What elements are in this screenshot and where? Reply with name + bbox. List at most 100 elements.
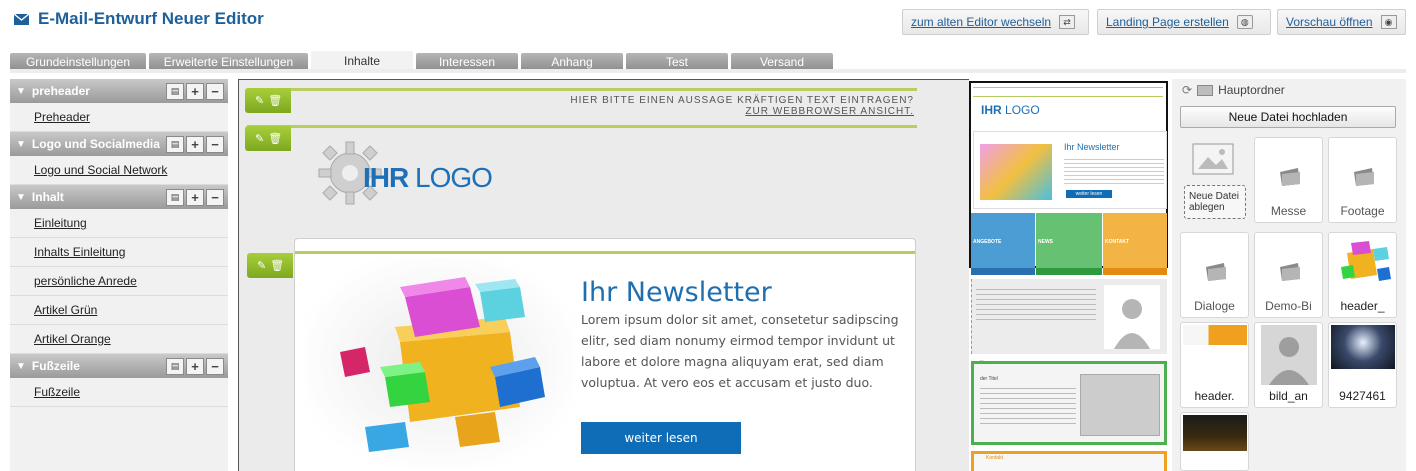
media-folder-demo-bi[interactable]: Demo-Bi — [1254, 232, 1323, 318]
sidebar-item-preheader[interactable]: Preheader — [10, 103, 228, 132]
layout-icon[interactable]: ▤ — [166, 189, 184, 206]
logo-block[interactable]: IHR LOGO — [315, 138, 535, 218]
webbrowser-link[interactable]: ZUR WEBBROWSER ANSICHT. — [745, 106, 914, 117]
open-preview-label: Vorschau öffnen — [1286, 15, 1373, 29]
sidebar-item-label: Logo und Social Network — [34, 163, 168, 177]
header-thumbnail — [1183, 325, 1247, 345]
sidebar-item-persoenliche-anrede[interactable]: persönliche Anrede — [10, 267, 228, 296]
media-image-header-cubes[interactable]: header_ — [1328, 232, 1397, 318]
block-sidebar: ▼ preheader ▤ + − Preheader ▼ Logo und S… — [10, 79, 228, 471]
media-image-9427461[interactable]: 9427461 — [1328, 322, 1397, 408]
upload-file-button[interactable]: Neue Datei hochladen — [1180, 106, 1396, 128]
add-icon[interactable]: + — [186, 136, 204, 153]
media-caption: header_ — [1340, 299, 1385, 313]
tab-interessen[interactable]: Interessen — [416, 53, 518, 70]
layout-icon[interactable]: ▤ — [166, 136, 184, 153]
media-caption: header. — [1194, 389, 1235, 403]
sidebar-item-label: Einleitung — [34, 216, 87, 230]
sidebar-item-artikel-gruen[interactable]: Artikel Grün — [10, 296, 228, 325]
switch-arrows-icon: ⇄ — [1059, 15, 1076, 29]
editor-canvas[interactable]: ✎ 🗑 HIER BITTE EINEN AUSSAGE KRÄFTIGEN TE… — [238, 79, 969, 471]
sidebar-item-einleitung[interactable]: Einleitung — [10, 209, 228, 238]
preview-image-placeholder — [1080, 374, 1160, 436]
media-image-night-street[interactable] — [1180, 412, 1249, 471]
preview-eye-icon: ◉ — [1380, 15, 1397, 29]
tab-erweiterte-einstellungen[interactable]: Erweiterte Einstellungen — [149, 53, 308, 70]
avatar-placeholder-icon — [1261, 325, 1317, 385]
tab-anhang[interactable]: Anhang — [521, 53, 623, 70]
refresh-icon[interactable]: ⟳ — [1182, 83, 1192, 97]
group-actions: ▤ + − — [166, 136, 224, 153]
preview-personal-block — [971, 279, 1167, 354]
folder-icon — [1197, 84, 1214, 96]
media-folder-footage[interactable]: Footage — [1328, 137, 1397, 223]
preview-tile-angebote: ANGEBOTE — [971, 213, 1035, 268]
sidebar-item-logo-social[interactable]: Logo und Social Network — [10, 156, 228, 185]
add-icon[interactable]: + — [186, 83, 204, 100]
media-image-bild-an[interactable]: bild_an — [1254, 322, 1323, 408]
switch-old-editor-button[interactable]: zum alten Editor wechseln ⇄ — [902, 9, 1089, 35]
block-tools-preheader[interactable]: ✎ 🗑 — [245, 88, 291, 113]
edit-icon[interactable]: ✎ — [255, 94, 264, 107]
edit-icon[interactable]: ✎ — [255, 132, 264, 145]
remove-icon[interactable]: − — [206, 358, 224, 375]
newsletter-body[interactable]: Lorem ipsum dolor sit amet, consetetur s… — [581, 309, 906, 393]
article-block[interactable]: Ihr Newsletter Lorem ipsum dolor sit ame… — [294, 238, 916, 471]
remove-icon[interactable]: − — [206, 83, 224, 100]
sidebar-item-artikel-orange[interactable]: Artikel Orange — [10, 325, 228, 354]
tab-versand[interactable]: Versand — [731, 53, 833, 70]
email-preview[interactable]: IHR LOGO Ihr Newsletter weiter lesen ANG… — [969, 79, 1170, 471]
preview-tile-label: ANGEBOTE — [973, 239, 1002, 245]
layout-icon[interactable]: ▤ — [166, 358, 184, 375]
block-tools-article[interactable]: ✎ 🗑 — [247, 253, 293, 278]
preview-avatar-frame — [1104, 285, 1160, 349]
sidebar-item-label: Inhalts Einleitung — [34, 245, 126, 259]
group-header-fusszeile[interactable]: ▼ Fußzeile ▤ + − — [10, 354, 228, 378]
tab-test[interactable]: Test — [626, 53, 728, 70]
read-more-button[interactable]: weiter lesen — [581, 422, 741, 454]
block-tools-logo[interactable]: ✎ 🗑 — [245, 126, 291, 151]
remove-icon[interactable]: − — [206, 189, 224, 206]
group-actions: ▤ + − — [166, 358, 224, 375]
preview-line — [973, 87, 1163, 88]
collapse-triangle-icon: ▼ — [16, 138, 26, 150]
group-header-inhalt[interactable]: ▼ Inhalt ▤ + − — [10, 185, 228, 209]
newsletter-title[interactable]: Ihr Newsletter — [581, 277, 772, 308]
drop-zone[interactable]: Neue Datei ablegen — [1180, 137, 1248, 223]
avatar-placeholder-icon — [1114, 299, 1150, 349]
folder-icon — [1280, 263, 1300, 281]
preview-tile-label: NEWS — [1038, 239, 1053, 245]
group-actions: ▤ + − — [166, 83, 224, 100]
trash-icon[interactable]: 🗑 — [268, 94, 282, 107]
group-title: preheader — [31, 84, 90, 98]
create-landing-page-button[interactable]: Landing Page erstellen ◍ — [1097, 9, 1271, 35]
trash-icon[interactable]: 🗑 — [268, 132, 282, 145]
layout-icon[interactable]: ▤ — [166, 83, 184, 100]
group-header-logo[interactable]: ▼ Logo und Socialmedia ▤ + − — [10, 132, 228, 156]
switch-old-editor-label: zum alten Editor wechseln — [911, 15, 1052, 29]
remove-icon[interactable]: − — [206, 136, 224, 153]
sidebar-item-inhalts-einleitung[interactable]: Inhalts Einleitung — [10, 238, 228, 267]
collapse-triangle-icon: ▼ — [16, 191, 26, 203]
sidebar-item-fusszeile[interactable]: Fußzeile — [10, 378, 228, 407]
media-image-header-orange[interactable]: header. — [1180, 322, 1249, 408]
media-folder-messe[interactable]: Messe — [1254, 137, 1323, 223]
tab-grundeinstellungen[interactable]: Grundeinstellungen — [10, 53, 146, 70]
open-preview-button[interactable]: Vorschau öffnen ◉ — [1277, 9, 1406, 35]
add-icon[interactable]: + — [186, 358, 204, 375]
media-library: ⟳ Hauptordner Neue Datei hochladen Neue … — [1172, 79, 1406, 471]
preview-read-more: weiter lesen — [1066, 190, 1112, 198]
edit-icon[interactable]: ✎ — [257, 259, 266, 272]
media-folder-dialoge[interactable]: Dialoge — [1180, 232, 1249, 318]
preview-news-block: News der Titel — [971, 360, 1167, 445]
tab-inhalte[interactable]: Inhalte — [311, 51, 413, 70]
group-header-preheader[interactable]: ▼ preheader ▤ + − — [10, 79, 228, 103]
add-icon[interactable]: + — [186, 189, 204, 206]
drop-target[interactable]: Neue Datei ablegen — [1184, 185, 1246, 219]
preview-news-title: der Titel — [980, 376, 998, 382]
preheader-text[interactable]: HIER BITTE EINEN AUSSAGE KRÄFTIGEN TEXT … — [570, 95, 914, 106]
preview-text-lines — [976, 285, 1096, 321]
preview-article: Ihr Newsletter weiter lesen — [973, 131, 1167, 209]
preview-logo: IHR LOGO — [981, 103, 1040, 117]
trash-icon[interactable]: 🗑 — [270, 259, 284, 272]
